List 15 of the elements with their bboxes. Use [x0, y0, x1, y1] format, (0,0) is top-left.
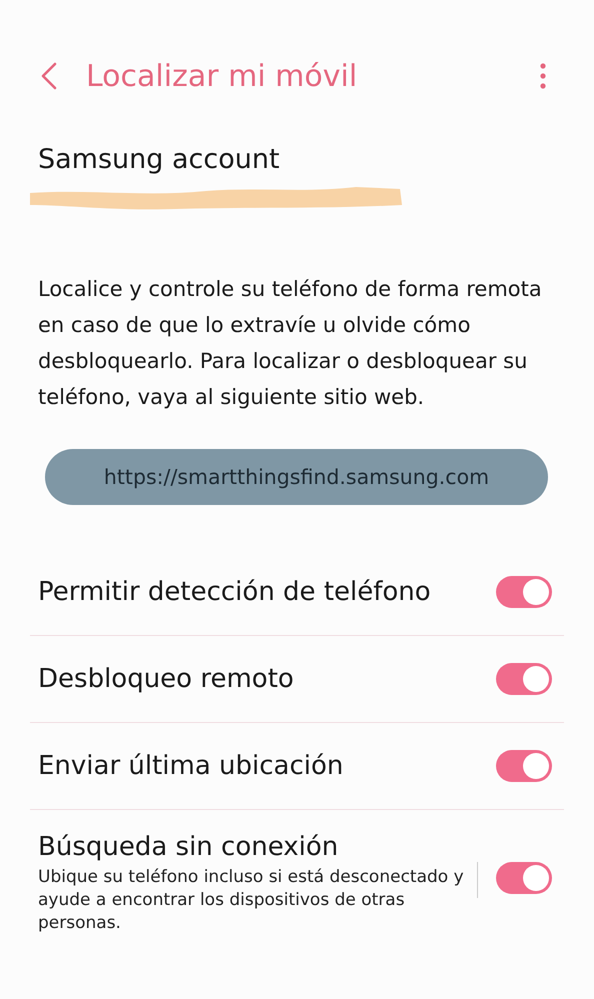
toggle-switch[interactable] — [496, 862, 552, 894]
account-label: Samsung account — [38, 144, 281, 175]
setting-title: Permitir detección de teléfono — [38, 577, 432, 607]
toggle-switch[interactable] — [496, 663, 552, 695]
toggle-switch[interactable] — [496, 750, 552, 782]
back-icon[interactable] — [40, 62, 58, 90]
toggle-switch[interactable] — [496, 576, 552, 608]
website-link-button[interactable]: https://smartthingsfind.samsung.com — [45, 449, 548, 505]
setting-description: Ubique su teléfono incluso si está desconectado y ayude a encontrar los dispositivos de otras personas. — [38, 866, 465, 935]
setting-title: Enviar última ubicación — [38, 751, 344, 781]
screen-title: Localizar mi móvil — [86, 58, 358, 94]
description-text: Localice y controle su teléfono de forma remota en caso de que lo extravíe u olvide cómo desbloquearlo. Para localizar o desbloquear su teléfono, vaya al siguiente sitio web. — [38, 276, 543, 411]
setting-title: Búsqueda sin conexión — [38, 832, 340, 862]
more-options-icon[interactable] — [540, 63, 546, 89]
setting-title: Desbloqueo remoto — [38, 664, 295, 694]
